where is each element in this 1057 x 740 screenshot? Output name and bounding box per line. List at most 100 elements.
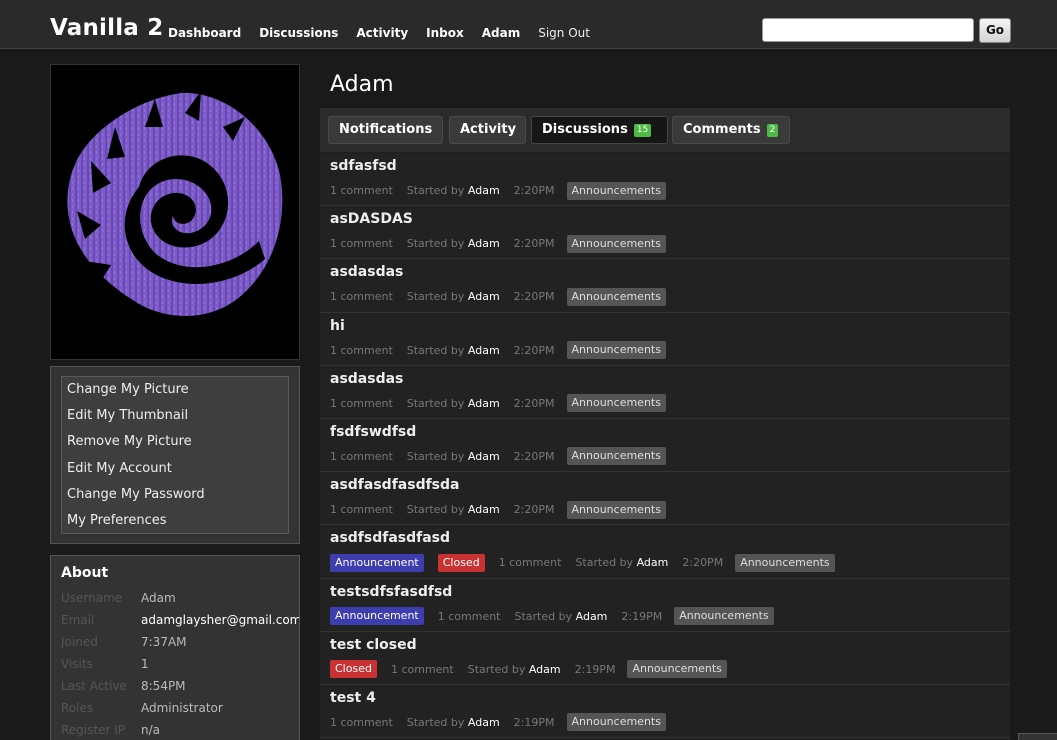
discussion-time: 2:20PM xyxy=(513,396,555,410)
search-input[interactable] xyxy=(762,18,974,42)
category-tag[interactable]: Announcements xyxy=(566,287,666,306)
about-key: Joined xyxy=(61,635,98,649)
category-tag[interactable]: Announcements xyxy=(566,341,666,360)
tab-notifications[interactable]: Notifications xyxy=(328,116,443,144)
nav-profile[interactable]: Adam xyxy=(482,26,520,40)
comment-count: 1 comment xyxy=(330,184,393,197)
discussion-item: hi 1 comment Started by Adam 2:20PM Announce… xyxy=(320,313,1010,366)
discussions-count-badge: 15 xyxy=(633,124,652,137)
announcement-tag: Announcement xyxy=(330,607,424,625)
closed-tag: Closed xyxy=(330,660,377,679)
discussion-title[interactable]: sdfasfsd xyxy=(330,158,397,174)
discussion-item: fsdfswdfsd 1 comment Started by Adam 2:20PM… xyxy=(320,419,1010,473)
discussion-time: 2:20PM xyxy=(513,237,555,251)
remove-picture-link[interactable]: Remove My Picture xyxy=(62,429,288,455)
discussion-meta: Announcement 1 comment Started by Adam 2:19… xyxy=(330,607,774,626)
author-link[interactable]: Adam xyxy=(468,450,500,463)
category-tag[interactable]: Announcements xyxy=(735,553,835,572)
author-link[interactable]: Adam xyxy=(468,344,500,357)
author-link[interactable]: Adam xyxy=(529,663,561,676)
nav-sign-out[interactable]: Sign Out xyxy=(538,26,590,40)
tab-discussions[interactable]: Discussions 15 xyxy=(531,116,668,144)
started-by-label: Started by xyxy=(406,715,465,729)
started-by-label: Started by xyxy=(406,290,465,304)
about-key: Roles xyxy=(61,701,94,715)
author-link[interactable]: Adam xyxy=(468,716,500,729)
comment-count: 1 comment xyxy=(330,715,393,729)
nav-inbox[interactable]: Inbox xyxy=(426,26,464,40)
started-by-label: Started by xyxy=(467,662,526,676)
category-tag[interactable]: Announcements xyxy=(566,181,666,200)
preferences-link[interactable]: My Preferences xyxy=(62,508,288,534)
comment-count: 1 comment xyxy=(330,449,393,463)
edit-thumbnail-link[interactable]: Edit My Thumbnail xyxy=(62,403,288,429)
edit-account-link[interactable]: Edit My Account xyxy=(62,456,288,482)
comment-count: 1 comment xyxy=(330,290,393,304)
nav-discussions[interactable]: Discussions xyxy=(259,26,338,40)
discussion-title[interactable]: testsdfsfasdfsd xyxy=(330,584,452,600)
discussion-title[interactable]: asdasdas xyxy=(330,264,403,280)
author-link[interactable]: Adam xyxy=(576,610,608,623)
discussion-title[interactable]: asdfasdfasdfsda xyxy=(330,477,459,493)
discussion-title[interactable]: asdasdas xyxy=(330,371,403,387)
change-password-link[interactable]: Change My Password xyxy=(62,482,288,508)
comment-count: 1 comment xyxy=(330,343,393,357)
discussion-title[interactable]: fsdfswdfsd xyxy=(330,424,416,440)
comment-count: 1 comment xyxy=(330,396,393,410)
about-row-visits: Visits 1 xyxy=(61,653,289,675)
search-go-button[interactable]: Go xyxy=(979,18,1011,43)
nav-activity[interactable]: Activity xyxy=(356,26,408,40)
category-tag[interactable]: Announcements xyxy=(566,394,666,413)
discussion-meta: 1 comment Started by Adam 2:19PM Announceme… xyxy=(330,713,666,732)
discussion-meta: 1 comment Started by Adam 2:20PM Announceme… xyxy=(330,500,666,519)
discussion-title[interactable]: asdfsdfasdfasd xyxy=(330,530,450,546)
tab-label: Discussions xyxy=(542,122,628,137)
discussion-title[interactable]: test 4 xyxy=(330,690,376,706)
discussion-time: 2:19PM xyxy=(574,662,616,676)
category-tag[interactable]: Announcements xyxy=(674,607,774,625)
author-link[interactable]: Adam xyxy=(468,237,500,250)
discussion-item: asdfasdfasdfsda 1 comment Started by Adam 2… xyxy=(320,472,1010,526)
author-link[interactable]: Adam xyxy=(468,397,500,410)
top-header: Vanilla 2 Dashboard Discussions Activity… xyxy=(0,0,1057,49)
announcement-tag: Announcement xyxy=(330,553,424,572)
category-tag[interactable]: Announcements xyxy=(627,660,727,679)
category-tag[interactable]: Announcements xyxy=(566,447,666,466)
discussion-meta: 1 comment Started by Adam 2:20PM Announceme… xyxy=(330,394,666,413)
category-tag[interactable]: Announcements xyxy=(566,713,666,732)
author-link[interactable]: Adam xyxy=(468,290,500,303)
started-by-label: Started by xyxy=(406,503,465,517)
discussion-item: asdasdas 1 comment Started by Adam 2:20PM An… xyxy=(320,366,1010,419)
started-by-label: Started by xyxy=(406,184,465,197)
about-row-register-ip: Register IP n/a xyxy=(61,719,289,740)
discussion-item: asdfsdfasdfasd Announcement Closed 1 commen… xyxy=(320,525,1010,579)
discussion-title[interactable]: asDASDAS xyxy=(330,211,413,227)
author-link[interactable]: Adam xyxy=(468,184,500,197)
started-by-label: Started by xyxy=(406,343,465,357)
nav-dashboard[interactable]: Dashboard xyxy=(168,26,241,40)
discussion-time: 2:20PM xyxy=(513,343,555,357)
discussion-time: 2:20PM xyxy=(682,556,724,570)
discussion-title[interactable]: hi xyxy=(330,318,345,334)
tab-label: Notifications xyxy=(339,122,433,137)
discussion-meta: 1 comment Started by Adam 2:20PM Announceme… xyxy=(330,341,666,360)
about-value: 1 xyxy=(141,657,149,671)
tab-activity[interactable]: Activity xyxy=(449,116,526,144)
category-tag[interactable]: Announcements xyxy=(566,234,666,253)
category-tag[interactable]: Announcements xyxy=(566,500,666,519)
about-panel: About Username Adam Email adamglaysher@gma… xyxy=(50,555,300,740)
discussion-item: testsdfsfasdfsd Announcement 1 comment Star… xyxy=(320,579,1010,632)
tab-comments[interactable]: Comments 2 xyxy=(672,116,790,144)
page-title: Adam xyxy=(330,72,394,97)
change-picture-link[interactable]: Change My Picture xyxy=(62,377,288,403)
discussion-title[interactable]: test closed xyxy=(330,637,417,653)
discussion-time: 2:19PM xyxy=(513,715,555,729)
started-by-label: Started by xyxy=(406,449,465,463)
closed-tag: Closed xyxy=(437,553,485,572)
author-link[interactable]: Adam xyxy=(637,556,669,569)
author-link[interactable]: Adam xyxy=(468,503,500,516)
about-value[interactable]: adamglaysher@gmail.com xyxy=(141,609,299,631)
comment-count: 1 comment xyxy=(437,609,501,623)
site-brand[interactable]: Vanilla 2 xyxy=(50,15,163,41)
about-key: Register IP xyxy=(61,723,125,737)
